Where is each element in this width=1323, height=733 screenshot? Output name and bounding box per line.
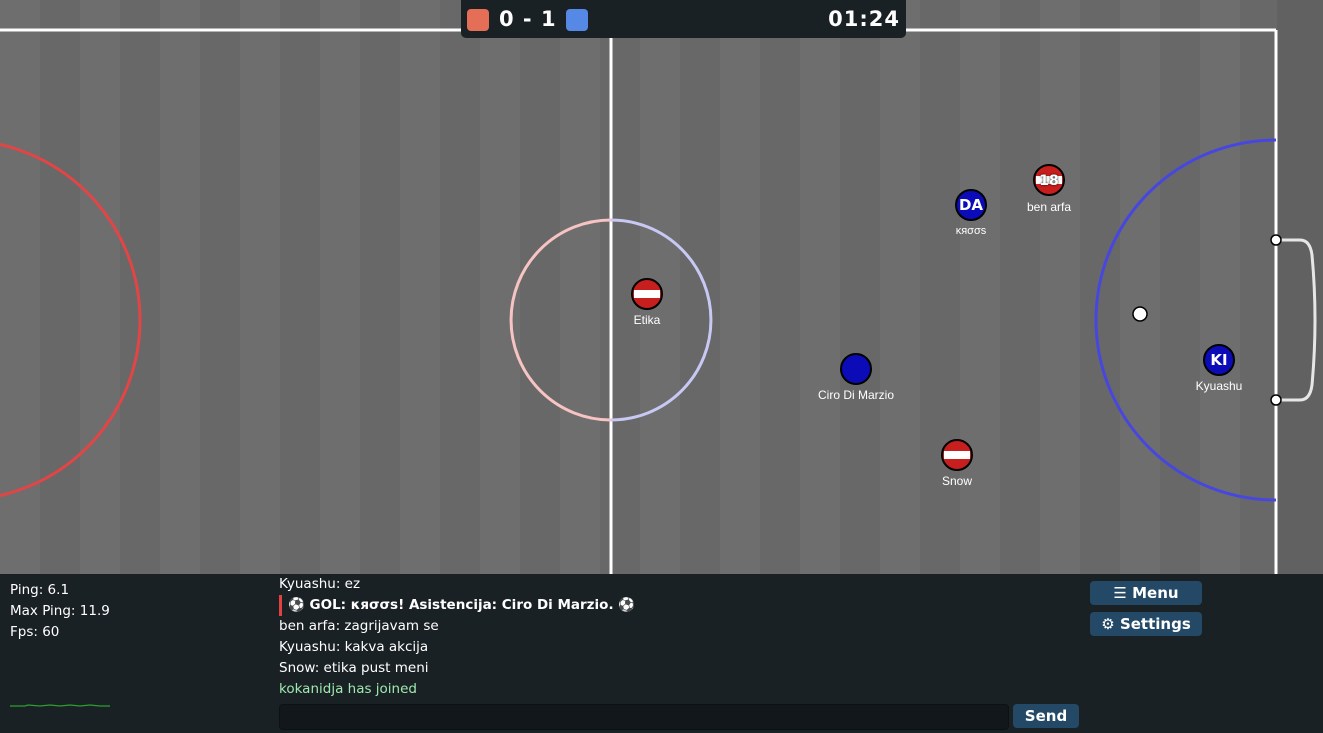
chat-message: Kyuashu: kakva akcija: [279, 639, 429, 655]
chat-message: ben arfa: zagrijavam se: [279, 618, 439, 634]
bottom-panel: Ping: 6.1 Max Ping: 11.9 Fps: 60 Kyuashu…: [0, 574, 1323, 733]
ping-stat: Ping: 6.1: [10, 582, 70, 598]
player-name-ciro: Ciro Di Marzio: [817, 388, 895, 402]
blue-team-swatch: [566, 9, 588, 31]
menu-button[interactable]: ☰ Menu: [1090, 581, 1202, 605]
goal-post-bottom: [1270, 394, 1282, 406]
player-etika: [631, 278, 663, 310]
chat-input[interactable]: [279, 704, 1009, 730]
ball: [1132, 306, 1148, 322]
ping-graph: [10, 704, 110, 707]
hamburger-icon: ☰: [1113, 584, 1127, 602]
player-name-etika: Etika: [633, 313, 661, 327]
player-name-kross: κяσσѕ: [955, 225, 987, 237]
menu-button-label: Menu: [1132, 584, 1179, 602]
goal-post-top: [1270, 234, 1282, 246]
match-timer: 01:24: [828, 7, 900, 31]
player-name-ben-arfa: ben arfa: [1026, 200, 1072, 214]
player-avatar-kyuashu: KI: [1210, 351, 1228, 369]
player-name-kyuashu: Kyuashu: [1195, 379, 1243, 393]
player-avatar-kross: DA: [958, 196, 984, 214]
game-field: DA 18 KI Etika Ciro Di Marzio Snow κяσσѕ…: [0, 0, 1323, 574]
chat-message: Snow: etika pust meni: [279, 660, 429, 676]
field-lines: [0, 0, 1323, 574]
chat-log: Kyuashu: ez ⚽ GOL: κяσσѕ! Asistencija: C…: [279, 574, 1039, 700]
max-ping-stat: Max Ping: 11.9: [10, 603, 110, 619]
chat-message: Kyuashu: ez: [279, 576, 361, 592]
send-button[interactable]: Send: [1013, 704, 1079, 728]
player-avatar-ben-arfa: 18: [1039, 173, 1059, 189]
field-outside: [1277, 0, 1323, 574]
score: 0 - 1: [499, 7, 557, 31]
chat-system-message: kokanidja has joined: [279, 681, 417, 697]
network-stats: Ping: 6.1 Max Ping: 11.9 Fps: 60: [10, 580, 110, 643]
settings-button-label: Settings: [1119, 615, 1191, 633]
red-team-swatch: [467, 9, 489, 31]
player-snow: [941, 439, 973, 471]
player-name-snow: Snow: [941, 474, 973, 488]
chat-goal-announcement: ⚽ GOL: κяσσѕ! Asistencija: Ciro Di Marzi…: [279, 595, 1039, 616]
fps-stat: Fps: 60: [10, 624, 60, 640]
gear-icon: ⚙: [1101, 615, 1115, 633]
settings-button[interactable]: ⚙ Settings: [1090, 612, 1202, 636]
player-ciro-di-marzio: [840, 353, 872, 385]
scoreboard: 0 - 1 01:24: [461, 0, 906, 38]
